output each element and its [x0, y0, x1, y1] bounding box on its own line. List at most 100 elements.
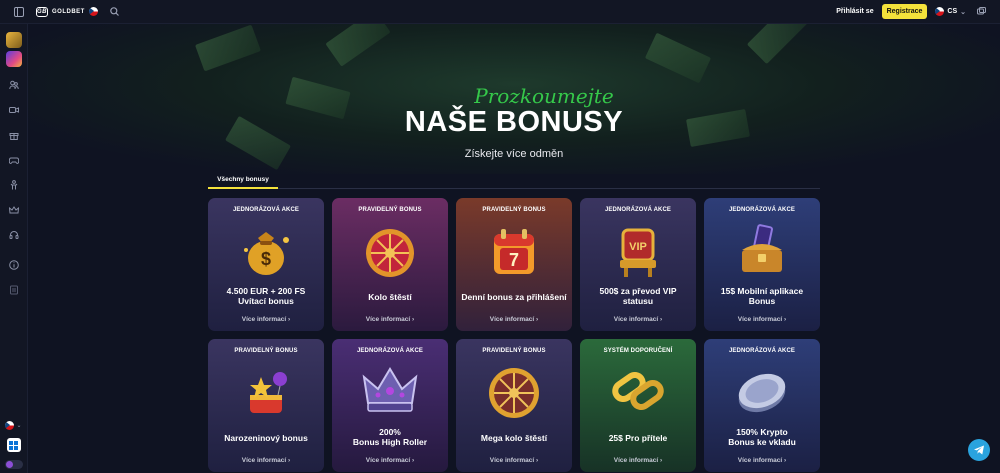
gift-icon[interactable] — [7, 128, 21, 142]
hero-kicker: Prozkoumejte — [474, 84, 614, 108]
bonus-type-badge: SYSTÉM DOPORUČENÍ — [603, 348, 673, 354]
more-info-link[interactable]: Více informací › — [704, 316, 820, 323]
bonus-type-badge: JEDNORÁZOVÁ AKCE — [728, 348, 796, 354]
treasure-chest-phone-icon — [732, 220, 792, 280]
more-info-link[interactable]: Více informací › — [208, 457, 324, 464]
svg-text:VIP: VIP — [629, 241, 647, 253]
document-icon[interactable] — [7, 283, 21, 297]
bonus-title: Kolo štěstí — [368, 292, 412, 302]
more-info-link[interactable]: Více informací › — [456, 316, 572, 323]
theme-toggle[interactable] — [4, 460, 23, 469]
info-icon[interactable] — [7, 258, 21, 272]
bonus-card-birthday[interactable]: PRAVIDELNÝ BONUS Narozeninový bonus Více… — [208, 339, 324, 472]
bonus-title: 25$ Pro přítele — [608, 433, 668, 443]
register-button[interactable]: Registrace — [881, 4, 928, 19]
money-bill-decoration — [644, 32, 712, 84]
sidebar-toggle-icon[interactable] — [12, 5, 26, 19]
bonus-title: 200% Bonus High Roller — [352, 427, 428, 447]
bonus-card-daily-login[interactable]: PRAVIDELNÝ BONUS 7 Denní bonus za přihlá… — [456, 198, 572, 331]
bonus-grid: JEDNORÁZOVÁ AKCE $ 4.500 EUR + 200 FS Uv… — [208, 198, 822, 472]
sidebar-game-tile-2[interactable] — [5, 51, 22, 67]
bonus-card-crypto[interactable]: JEDNORÁZOVÁ AKCE 150% Krypto Bonus ke vk… — [704, 339, 820, 472]
fortune-wheel-icon — [360, 220, 420, 280]
hero-subtitle: Získejte více odměn — [464, 148, 564, 160]
user-group-icon[interactable] — [7, 78, 21, 92]
bonus-card-mega-wheel[interactable]: PRAVIDELNÝ BONUS Mega kolo štěstí Více i… — [456, 339, 572, 472]
chat-icon[interactable] — [974, 5, 988, 19]
money-bill-decoration — [325, 24, 391, 67]
telegram-icon[interactable] — [968, 439, 990, 461]
more-info-link[interactable]: Více informací › — [208, 316, 324, 323]
more-info-link[interactable]: Více informací › — [456, 457, 572, 464]
brand-logo[interactable]: GB GOLDBET — [36, 6, 98, 17]
gamepad-icon[interactable] — [7, 153, 21, 167]
login-button[interactable]: Přihlásit se — [836, 8, 873, 15]
bonus-type-badge: JEDNORÁZOVÁ AKCE — [356, 348, 424, 354]
main-content: Prozkoumejte NAŠE BONUSY Získejte více o… — [28, 24, 1000, 473]
more-info-label: Více informací — [613, 316, 659, 323]
tab-all-bonuses[interactable]: Všechny bonusy — [208, 173, 278, 189]
brand-name: GOLDBET — [52, 8, 85, 15]
bonus-card-high-roller[interactable]: JEDNORÁZOVÁ AKCE 200% Bonus High Roller … — [332, 339, 448, 472]
cz-flag-icon — [935, 7, 945, 16]
more-info-link[interactable]: Více informací › — [332, 316, 448, 323]
more-info-label: Více informací — [737, 316, 783, 323]
logo-mark: GB — [36, 6, 48, 17]
more-info-link[interactable]: Více informací › — [704, 457, 820, 464]
more-info-label: Více informací — [489, 457, 535, 464]
bonus-card-wheel[interactable]: PRAVIDELNÝ BONUS Kolo štěstí Více inform… — [332, 198, 448, 331]
chevron-down-icon: ⌄ — [16, 423, 22, 429]
windows-app-icon[interactable] — [6, 438, 21, 452]
more-info-link[interactable]: Více informací › — [580, 457, 696, 464]
money-bill-decoration — [746, 24, 810, 65]
crown-icon[interactable] — [7, 203, 21, 217]
money-bag-icon: $ — [236, 220, 296, 280]
more-info-label: Více informací — [241, 457, 287, 464]
bonus-type-badge: JEDNORÁZOVÁ AKCE — [232, 207, 300, 213]
video-icon[interactable] — [7, 103, 21, 117]
svg-text:$: $ — [261, 249, 271, 269]
more-info-link[interactable]: Více informací › — [332, 457, 448, 464]
search-icon[interactable] — [108, 5, 122, 19]
bonus-card-welcome[interactable]: JEDNORÁZOVÁ AKCE $ 4.500 EUR + 200 FS Uv… — [208, 198, 324, 331]
vip-throne-icon: VIP — [608, 220, 668, 280]
more-info-label: Více informací — [365, 316, 411, 323]
cz-flag-icon — [5, 421, 15, 430]
more-info-label: Více informací — [613, 457, 659, 464]
bonus-type-badge: JEDNORÁZOVÁ AKCE — [604, 207, 672, 213]
bonus-type-badge: PRAVIDELNÝ BONUS — [234, 348, 298, 354]
hero-title: NAŠE BONUSY — [404, 106, 624, 138]
bonus-title: Narozeninový bonus — [224, 433, 308, 443]
language-code: CS — [947, 8, 958, 15]
bonus-title: 150% Krypto Bonus ke vkladu — [728, 427, 796, 447]
calendar-icon: 7 — [484, 220, 544, 280]
birthday-cake-icon — [236, 361, 296, 421]
crypto-coin-icon — [732, 361, 792, 421]
cz-flag-icon — [88, 7, 98, 16]
bonus-title: 4.500 EUR + 200 FS Uvítací bonus — [226, 286, 306, 306]
crown-icon — [360, 361, 420, 421]
chevron-down-icon: ⌄ — [960, 8, 966, 16]
money-bill-decoration — [195, 24, 261, 72]
bonus-card-vip-transfer[interactable]: JEDNORÁZOVÁ AKCE VIP 500$ za převod VIP … — [580, 198, 696, 331]
bonus-type-badge: PRAVIDELNÝ BONUS — [482, 348, 546, 354]
hero-banner: Prozkoumejte NAŠE BONUSY Získejte více o… — [28, 24, 1000, 174]
sidebar-game-tile-1[interactable] — [5, 32, 22, 48]
more-info-label: Více informací — [489, 316, 535, 323]
chain-link-icon — [608, 361, 668, 421]
more-info-label: Více informací — [241, 316, 287, 323]
bonus-card-mobile-app[interactable]: JEDNORÁZOVÁ AKCE 15$ Mobilní aplikace Bo… — [704, 198, 820, 331]
bonus-title: 500$ za převod VIP statusu — [599, 286, 677, 306]
bonus-title: 15$ Mobilní aplikace Bonus — [720, 286, 804, 306]
more-info-link[interactable]: Více informací › — [580, 316, 696, 323]
bonus-type-badge: PRAVIDELNÝ BONUS — [482, 207, 546, 213]
svg-text:7: 7 — [509, 250, 519, 270]
sidebar-language-selector[interactable]: ⌄ — [5, 421, 22, 430]
headset-icon[interactable] — [7, 228, 21, 242]
more-info-label: Více informací — [737, 457, 783, 464]
trophy-person-icon[interactable] — [7, 178, 21, 192]
bonus-card-referral[interactable]: SYSTÉM DOPORUČENÍ 25$ Pro přítele Více i… — [580, 339, 696, 472]
mega-wheel-icon — [484, 361, 544, 421]
more-info-label: Více informací — [365, 457, 411, 464]
language-selector[interactable]: CS ⌄ — [935, 7, 966, 16]
